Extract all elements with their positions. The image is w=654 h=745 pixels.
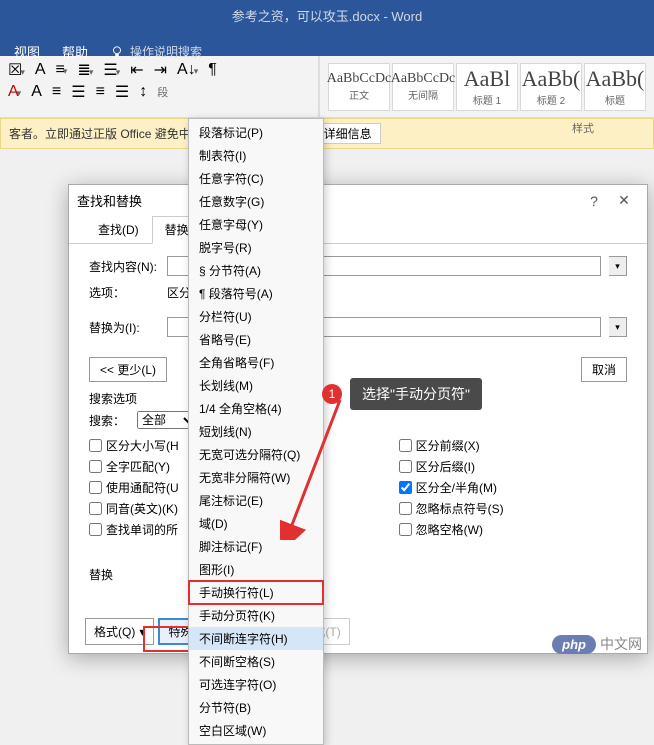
style-title[interactable]: AaBb(标题 [584, 63, 646, 111]
multilevel-icon[interactable]: ☰▾ [103, 60, 120, 80]
options-label: 选项： [89, 284, 159, 301]
tab-find[interactable]: 查找(D) [85, 216, 152, 243]
styles-gallery[interactable]: AaBbCcDc正文 AaBbCcDc无间隔 AaBl标题 1 AaBb(标题 … [318, 56, 654, 117]
char-border-icon[interactable]: A [31, 83, 42, 101]
indent-right-icon[interactable]: ⇥ [154, 60, 167, 80]
menu-tab[interactable]: 制表符(I) [189, 144, 323, 167]
menu-ellipsis[interactable]: 省略号(E) [189, 328, 323, 351]
chk-suffix[interactable] [399, 460, 412, 473]
chk-fullwidth[interactable] [399, 481, 412, 494]
menu-nonbreak-hyphen[interactable]: 不间断连字符(H) [189, 627, 323, 650]
right-checkboxes: 区分前缀(X) 区分后缀(I) 区分全/半角(M) 忽略标点符号(S) 忽略空格… [399, 437, 504, 538]
line-spacing-icon[interactable]: ↕ [139, 83, 147, 101]
find-label: 查找内容(N): [89, 258, 159, 275]
menu-any-letter[interactable]: 任意字母(Y) [189, 213, 323, 236]
less-button[interactable]: << 更少(L) [89, 357, 167, 382]
pilcrow-icon[interactable]: ¶ [208, 61, 217, 79]
menu-column-break[interactable]: 分栏符(U) [189, 305, 323, 328]
menu-opt-break[interactable]: 无宽可选分隔符(Q) [189, 443, 323, 466]
menu-full-ellipsis[interactable]: 全角省略号(F) [189, 351, 323, 374]
menu-paragraph-mark[interactable]: 段落标记(P) [189, 121, 323, 144]
search-direction-label: 搜索： [89, 412, 129, 429]
align-left-icon[interactable]: ≡ [52, 83, 61, 101]
menu-section-break[interactable]: 分节符(B) [189, 696, 323, 719]
menu-opt-hyphen[interactable]: 可选连字符(O) [189, 673, 323, 696]
format-button[interactable]: 格式(Q) ▾ [85, 618, 154, 645]
chk-case[interactable] [89, 439, 102, 452]
menu-any-digit[interactable]: 任意数字(G) [189, 190, 323, 213]
align-right-icon[interactable]: ≡ [96, 83, 105, 101]
menu-nowidth-nonbreak[interactable]: 无宽非分隔符(W) [189, 466, 323, 489]
replace-label: 替换为(I): [89, 319, 159, 336]
menu-any-char[interactable]: 任意字符(C) [189, 167, 323, 190]
style-nospacing[interactable]: AaBbCcDc无间隔 [392, 63, 454, 111]
chk-prefix[interactable] [399, 439, 412, 452]
chk-whole-word[interactable] [89, 460, 102, 473]
chk-sounds-like[interactable] [89, 502, 102, 515]
window-title: 参考之资，可以攻玉.docx - Word [0, 0, 654, 31]
menu-em-dash[interactable]: 长划线(M) [189, 374, 323, 397]
chk-word-forms[interactable] [89, 523, 102, 536]
menu-footnote[interactable]: 脚注标记(F) [189, 535, 323, 558]
menu-manual-page-break[interactable]: 手动分页符(K) [189, 604, 323, 627]
menu-quarter-em[interactable]: 1/4 全角空格(4) [189, 397, 323, 420]
special-format-menu: 段落标记(P) 制表符(I) 任意字符(C) 任意数字(G) 任意字母(Y) 脱… [188, 118, 324, 745]
help-button[interactable]: ? [579, 193, 609, 209]
watermark-logo: php 中文网 [552, 634, 642, 654]
style-heading2[interactable]: AaBb(标题 2 [520, 63, 582, 111]
annotation-badge: 1 [322, 384, 342, 404]
style-heading1[interactable]: AaBl标题 1 [456, 63, 518, 111]
styles-group-label: 样式 [572, 120, 594, 136]
menu-en-dash[interactable]: 短划线(N) [189, 420, 323, 443]
font-outline-icon[interactable]: A [35, 61, 46, 79]
style-normal[interactable]: AaBbCcDc正文 [328, 63, 390, 111]
menu-graphic[interactable]: 图形(I) [189, 558, 323, 581]
menu-whitespace[interactable]: 空白区域(W) [189, 719, 323, 742]
paragraph-label: 段 [157, 84, 168, 100]
replace-section-title: 替换 [89, 566, 627, 583]
menu-caret[interactable]: 脱字号(R) [189, 236, 323, 259]
activation-warning: 客者。立即通过正版 Office 避免中断并使 ffice 了解详细信息 [0, 118, 654, 149]
font-box-icon[interactable]: ☒▾ [8, 60, 25, 80]
ribbon: ☒▾ A ≡▾ ≣▾ ☰▾ ⇤ ⇥ A↓▾ ¶ A▾ A ≡ ☰ ≡ ☰ ↕ 段… [0, 56, 654, 118]
chk-punctuation[interactable] [399, 502, 412, 515]
menu-field[interactable]: 域(D) [189, 512, 323, 535]
left-checkboxes: 区分大小写(H 全字匹配(Y) 使用通配符(U 同音(英文)(K) 查找单词的所 [89, 437, 179, 538]
numbering-icon[interactable]: ≣▾ [77, 60, 93, 80]
sort-icon[interactable]: A↓▾ [177, 61, 198, 79]
annotation-tooltip: 1 选择"手动分页符" [350, 378, 482, 410]
menu-manual-line-break[interactable]: 手动换行符(L) [189, 581, 323, 604]
chk-wildcards[interactable] [89, 481, 102, 494]
indent-left-icon[interactable]: ⇤ [130, 60, 143, 80]
close-button[interactable]: ✕ [609, 192, 639, 209]
cancel-button[interactable]: 取消 [581, 357, 627, 382]
find-dropdown[interactable]: ▾ [609, 256, 627, 276]
bullets-icon[interactable]: ≡▾ [56, 61, 68, 79]
dialog-title: 查找和替换 [77, 191, 579, 210]
chk-whitespace[interactable] [399, 523, 412, 536]
menu-section-char[interactable]: § 分节符(A) [189, 259, 323, 282]
menu-endnote[interactable]: 尾注标记(E) [189, 489, 323, 512]
justify-icon[interactable]: ☰ [115, 82, 129, 102]
font-effects-icon[interactable]: A▾ [8, 83, 21, 101]
menu-pilcrow[interactable]: ¶ 段落符号(A) [189, 282, 323, 305]
find-replace-dialog: 查找和替换 ? ✕ 查找(D) 替换(P) 查找内容(N): ▾ 选项： 区分 … [68, 184, 648, 654]
align-center-icon[interactable]: ☰ [71, 82, 85, 102]
replace-dropdown[interactable]: ▾ [609, 317, 627, 337]
